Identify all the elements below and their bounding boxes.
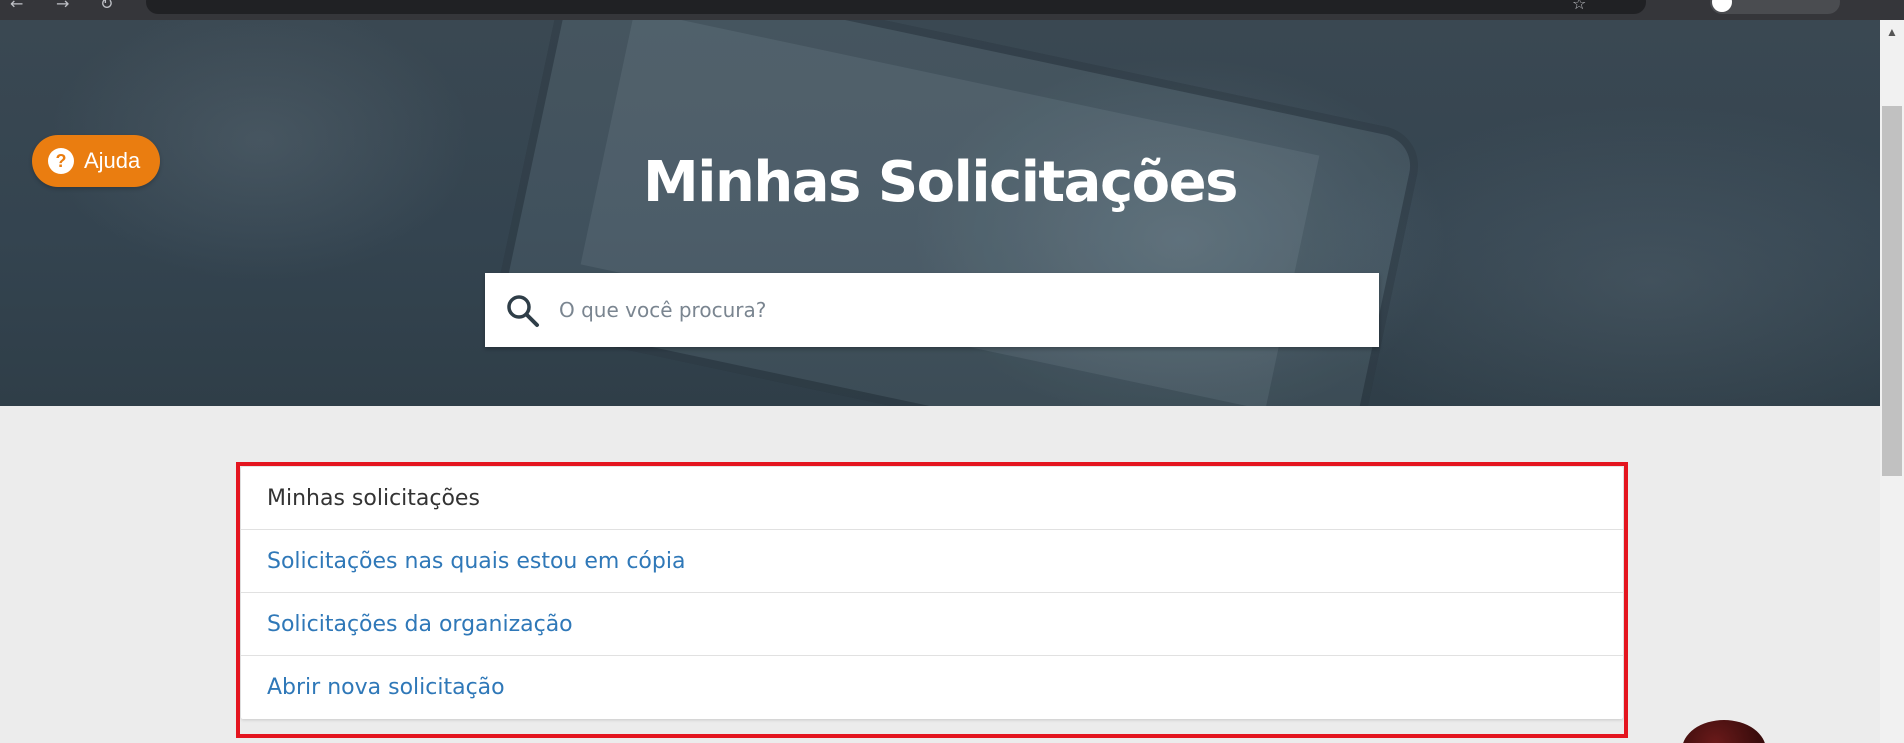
bookmark-star-icon[interactable]: ☆	[1572, 0, 1586, 13]
scrollbar-thumb[interactable]	[1882, 106, 1902, 476]
scroll-up-arrow-icon[interactable]: ▲	[1880, 20, 1904, 44]
help-button-label: Ajuda	[84, 148, 141, 173]
question-icon: ?	[48, 148, 74, 174]
reload-icon[interactable]: ↻	[100, 0, 113, 13]
search-box[interactable]	[485, 273, 1379, 347]
highlight-box	[236, 462, 1628, 738]
address-bar[interactable]	[146, 0, 1646, 14]
help-button[interactable]: ? Ajuda	[32, 135, 160, 187]
browser-toolbar: ← → ↻ ☆	[0, 0, 1904, 20]
page-title: Minhas Solicitações	[643, 150, 1238, 215]
hero-banner: Minhas Solicitações	[0, 20, 1880, 406]
back-icon[interactable]: ←	[10, 0, 23, 13]
page: ← → ↻ ☆ Minhas Solicitações ? Ajuda Minh…	[0, 0, 1904, 743]
search-icon[interactable]	[505, 293, 541, 329]
chat-avatar[interactable]	[1682, 720, 1766, 743]
search-input[interactable]	[559, 273, 1359, 347]
scrollbar[interactable]: ▲	[1880, 20, 1904, 743]
forward-icon[interactable]: →	[56, 0, 69, 13]
